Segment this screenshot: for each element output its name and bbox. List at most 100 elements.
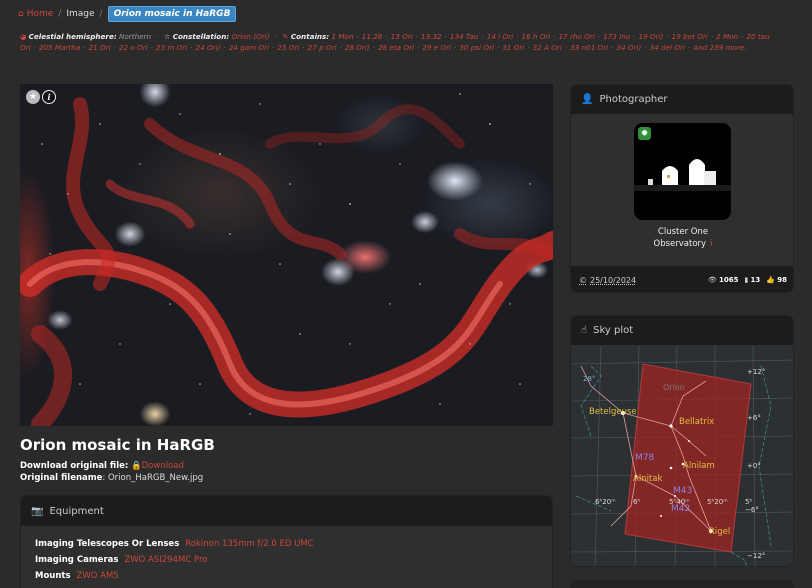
breadcrumb-home[interactable]: ⌂ Home [18, 9, 53, 19]
image-stats: 👁 1065 ▮ 13 👍 98 [708, 276, 787, 284]
lock-icon: 🔒 [131, 461, 142, 471]
next-panel-stub [570, 580, 794, 588]
svg-text:5ʰ40ᵐ: 5ʰ40ᵐ [669, 498, 690, 506]
views-stat: 👁 1065 [707, 276, 739, 284]
sky-plot[interactable]: Betelgeuse Bellatrix Alnilam Alnitak Rig… [571, 345, 793, 566]
svg-text:5ʰ: 5ʰ [745, 498, 752, 506]
sky-plot-panel: ☝ Sky plot Betelgeuse Bellatrix Alnilam … [570, 315, 794, 567]
contains-object-link[interactable]: 14 i Ori [487, 32, 513, 41]
download-link[interactable]: 🔒Download [131, 461, 184, 471]
star-outline-icon: ☆ [163, 32, 171, 41]
contains-label: Contains: [290, 32, 330, 41]
breadcrumb-image[interactable]: Image [66, 9, 94, 19]
eye-icon: 👁 [707, 276, 717, 284]
contains-object-link[interactable]: 28 Ori) [345, 43, 370, 52]
gear-icon: ✹ [638, 127, 651, 140]
breadcrumb-separator: / [58, 9, 62, 19]
label-m43: M43 [673, 486, 692, 496]
image-meta: ◕ Celestial hemisphere: Northern · ☆ Con… [20, 32, 770, 52]
breadcrumb: ⌂ Home / Image / Orion mosaic in HaRGB [18, 5, 237, 23]
hand-pointer-icon: ☝ [581, 325, 588, 336]
left-tick: 28° [583, 375, 595, 383]
photographer-footer: © 25/10/2024 👁 1065 ▮ 13 👍 98 [571, 266, 793, 292]
svg-text:+12°: +12° [747, 368, 765, 376]
contains-object-link[interactable]: 1 Mon [331, 32, 353, 41]
contains-object-link[interactable]: And 239 more. [693, 43, 746, 52]
label-betelgeuse: Betelgeuse [589, 407, 637, 417]
contains-object-link[interactable]: 173 Ino [603, 32, 630, 41]
contains-object-link[interactable]: 21 Ori [89, 43, 111, 52]
label-alnilam: Alnilam [683, 461, 715, 471]
contains-object-link[interactable]: 24 gam Ori [229, 43, 269, 52]
contains-object-link[interactable]: 23 m Ori [156, 43, 187, 52]
svg-text:6ʰ20ᵐ: 6ʰ20ᵐ [595, 498, 616, 506]
contains-object-link[interactable]: 33 n01 Ori [570, 43, 608, 52]
bookmark-icon: ▮ [744, 276, 749, 284]
contains-object-link[interactable]: 34 Ori) [616, 43, 641, 52]
photographer-panel: 👤 Photographer ✹ Cluster One Observatory… [570, 84, 794, 293]
contains-object-link[interactable]: 13.32 [421, 32, 442, 41]
label-m78: M78 [635, 453, 654, 463]
svg-text:+0°: +0° [747, 462, 761, 470]
contains-object-link[interactable]: 34 del Ori [650, 43, 685, 52]
user-icon: 👤 [581, 94, 594, 105]
contains-object-link[interactable]: 31 Ori [502, 43, 524, 52]
contains-object-link[interactable]: 27 p Ori [308, 43, 337, 52]
favorite-icon[interactable]: ★ [26, 90, 40, 104]
contains-object-link[interactable]: 16 h Ori [521, 32, 550, 41]
copyright-icon: © [579, 275, 587, 285]
hemisphere-value: Northern [119, 32, 152, 41]
image-title: Orion mosaic in HaRGB [20, 436, 215, 454]
breadcrumb-current: Orion mosaic in HaRGB [107, 6, 237, 22]
equipment-telescope-link[interactable]: Rokinon 135mm f/2.0 ED UMC [185, 539, 313, 549]
contains-object-link[interactable]: 205 Martha [39, 43, 80, 52]
contains-object-link[interactable]: 25 Ori [277, 43, 299, 52]
constellation-link[interactable]: Orion (Ori) [232, 32, 270, 41]
contains-object-link[interactable]: 22 o Ori [119, 43, 148, 52]
label-orion: Orion [663, 383, 685, 392]
globe-icon: ◕ [20, 32, 27, 41]
label-bellatrix: Bellatrix [679, 417, 714, 427]
photographer-name[interactable]: Cluster One Observatory i [571, 226, 793, 250]
tag-icon: ✎ [282, 32, 289, 41]
nebula-artwork [20, 93, 553, 426]
contains-object-link[interactable]: 24 Ori) [196, 43, 221, 52]
contains-object-link[interactable]: 19 Ori) [639, 32, 664, 41]
thumbs-up-icon: 👍 [766, 276, 776, 284]
equipment-header: 📷 Equipment [21, 496, 552, 526]
equipment-row: Mounts ZWO AM5 [35, 571, 119, 581]
contains-object-link[interactable]: 134 Tau [450, 32, 479, 41]
equipment-row: Imaging Cameras ZWO ASI294MC Pro [35, 555, 208, 565]
svg-text:+6°: +6° [747, 414, 761, 422]
bookmarks-stat: ▮ 13 [744, 276, 761, 284]
breadcrumb-separator: / [99, 9, 103, 19]
contains-object-link[interactable]: 32 A Ori [533, 43, 562, 52]
constellation-label: Constellation: [172, 32, 230, 41]
equipment-camera-link[interactable]: ZWO ASI294MC Pro [124, 555, 207, 565]
avatar[interactable]: ✹ [634, 123, 731, 220]
camera-icon: 📷 [31, 505, 44, 517]
svg-text:−6°: −6° [745, 506, 759, 514]
contains-object-link[interactable]: 11.28 [362, 32, 383, 41]
contains-object-link[interactable]: 2 Mon [716, 32, 738, 41]
equipment-panel: 📷 Equipment Imaging Telescopes Or Lenses… [20, 495, 553, 588]
label-rigel: Rigel [709, 527, 730, 537]
hemisphere-label: Celestial hemisphere: [28, 32, 117, 41]
contains-object-link[interactable]: 29 e Ori [422, 43, 451, 52]
contains-object-link[interactable]: 28 eta Ori [378, 43, 414, 52]
info-icon[interactable]: i [42, 90, 56, 104]
svg-text:6ʰ: 6ʰ [633, 498, 640, 506]
contains-object-link[interactable]: 19 bet Ori [672, 32, 708, 41]
contains-object-link[interactable]: 17 rho Ori [559, 32, 595, 41]
info-icon[interactable]: i [710, 239, 712, 249]
download-line: Download original file: 🔒Download [20, 461, 184, 471]
equipment-mount-link[interactable]: ZWO AM5 [77, 571, 119, 581]
sky-chart: Betelgeuse Bellatrix Alnilam Alnitak Rig… [571, 345, 793, 566]
filename-line: Original filename: Orion_HaRGB_New.jpg [20, 473, 204, 483]
main-astro-image[interactable]: ★ i [20, 84, 553, 426]
filename-label: Original filename [20, 473, 103, 483]
likes-stat: 👍 98 [766, 276, 787, 284]
contains-object-link[interactable]: 13 Ori [391, 32, 413, 41]
contains-object-link[interactable]: 30 psi Ori [459, 43, 494, 52]
svg-text:−12°: −12° [747, 552, 765, 560]
